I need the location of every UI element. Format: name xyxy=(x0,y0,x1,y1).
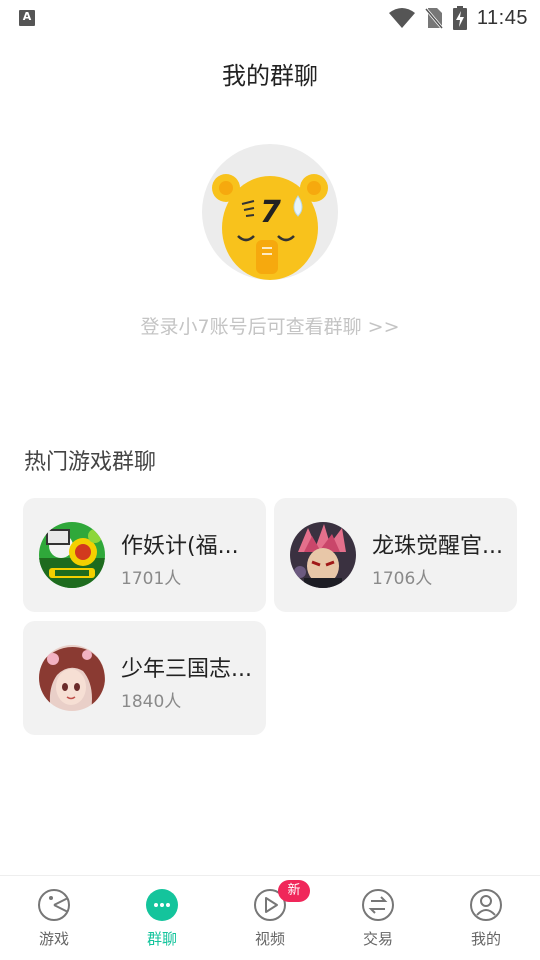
group-member-count: 1701人 xyxy=(121,569,182,589)
nav-item-games[interactable]: 游戏 xyxy=(0,876,108,960)
nav-item-trade[interactable]: 交易 xyxy=(324,876,432,960)
status-time: 11:45 xyxy=(476,6,528,29)
battery-charging-icon xyxy=(452,6,467,30)
no-sim-icon xyxy=(424,8,443,29)
group-member-count: 1840人 xyxy=(121,692,182,712)
group-member-count: 1706人 xyxy=(372,569,433,589)
nav-item-group-chat[interactable]: 群聊 xyxy=(108,876,216,960)
page-title: 我的群聊 xyxy=(222,62,318,90)
group-card[interactable]: 少年三国志... 1840人 xyxy=(23,621,266,735)
exchange-icon xyxy=(362,889,394,921)
section-heading: 热门游戏群聊 xyxy=(24,450,157,475)
group-card[interactable]: 龙珠觉醒官... 1706人 xyxy=(274,498,517,612)
group-card[interactable]: 作妖计(福... 1701人 xyxy=(23,498,266,612)
new-badge: 新 xyxy=(278,880,310,902)
pacman-icon xyxy=(38,889,70,921)
group-name: 少年三国志... xyxy=(121,657,252,682)
nav-label: 游戏 xyxy=(38,930,69,948)
user-icon xyxy=(470,889,502,921)
chat-dots-icon xyxy=(146,889,178,921)
status-bar: A 11:45 xyxy=(0,0,540,36)
mascot-avatar[interactable]: 7 xyxy=(202,144,338,280)
group-name: 作妖计(福... xyxy=(121,534,239,559)
nav-item-me[interactable]: 我的 xyxy=(432,876,540,960)
wifi-icon xyxy=(388,8,415,28)
login-prompt-link[interactable]: 登录小7账号后可查看群聊 >> xyxy=(0,312,540,339)
bear-mascot-icon: 7 xyxy=(212,174,328,280)
nav-label: 我的 xyxy=(470,930,501,948)
game-avatar-shaonian xyxy=(39,645,105,711)
nav-label: 视频 xyxy=(254,930,285,948)
svg-text:7: 7 xyxy=(260,195,281,230)
nav-item-video[interactable]: 新 视频 xyxy=(216,876,324,960)
a-app-icon: A xyxy=(19,10,35,26)
nav-label: 交易 xyxy=(362,930,393,948)
game-avatar-zuoyaoji xyxy=(39,522,105,588)
status-icons: 11:45 xyxy=(388,6,528,30)
bottom-nav: 游戏 群聊 新 视频 交易 我的 xyxy=(0,875,540,960)
nav-label: 群聊 xyxy=(146,930,177,948)
group-name: 龙珠觉醒官... xyxy=(372,534,503,559)
game-avatar-longzhu xyxy=(290,522,356,588)
